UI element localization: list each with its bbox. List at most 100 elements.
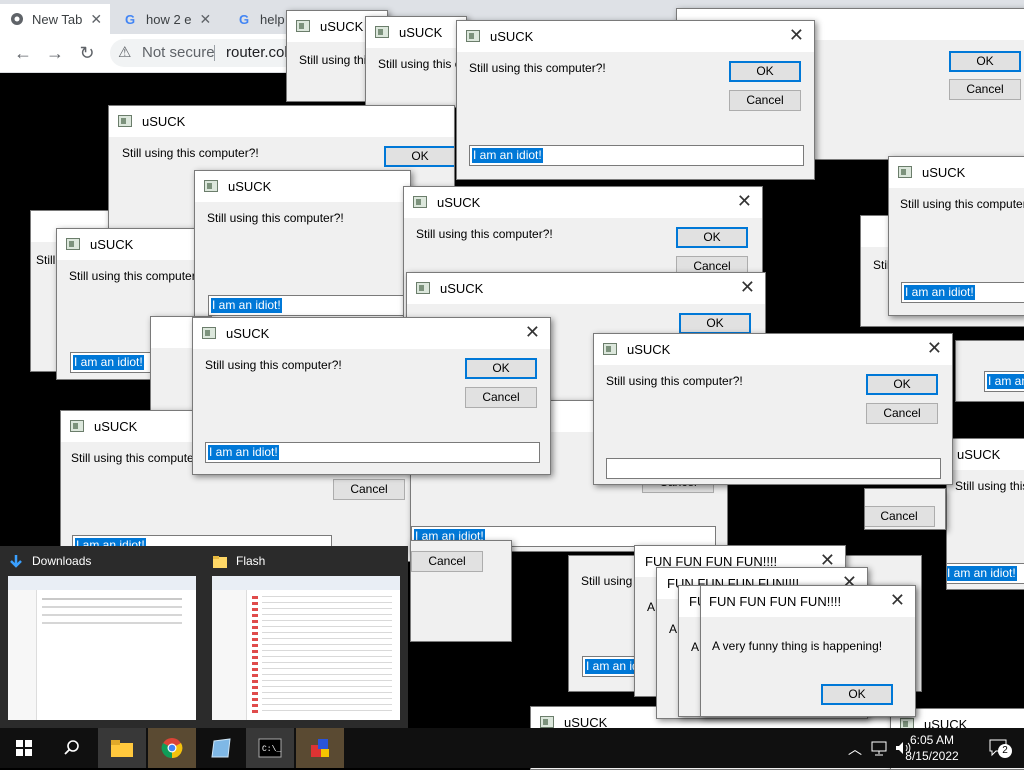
- input-text[interactable]: I am an idiot!: [904, 285, 975, 300]
- dialog-title: uSUCK: [90, 237, 134, 252]
- search-icon: [64, 740, 79, 755]
- app-icon: [413, 196, 427, 208]
- taskbar: C:\_ ︿ 6:05 AM 8/15/2022 2: [0, 728, 1024, 768]
- text-input[interactable]: I am an idiot!: [208, 295, 408, 316]
- dialog-message: Still using this computer?!: [469, 61, 606, 75]
- input-text[interactable]: I am an idiot!: [472, 148, 543, 163]
- app-icon: [540, 716, 554, 728]
- security-label[interactable]: Not secure: [142, 44, 215, 61]
- text-input[interactable]: I am an idiot!: [901, 282, 1024, 303]
- start-button[interactable]: [0, 728, 48, 768]
- taskbar-file-explorer[interactable]: [98, 728, 146, 768]
- thumbnail-downloads[interactable]: Downloads: [0, 546, 204, 728]
- thumbnail-flash[interactable]: Flash: [204, 546, 408, 728]
- cancel-button[interactable]: Cancel: [465, 387, 537, 408]
- close-icon[interactable]: ✕: [789, 26, 804, 44]
- title-bar: uSUCK: [366, 17, 466, 48]
- cancel-button[interactable]: Cancel: [411, 551, 483, 572]
- windows-logo-icon: [16, 740, 32, 756]
- dialog-title: uSUCK: [226, 326, 270, 341]
- forward-icon[interactable]: →: [44, 42, 66, 64]
- input-text[interactable]: I am an idiot!: [987, 374, 1024, 389]
- text-input[interactable]: I am an idiot!: [984, 371, 1024, 392]
- dialog-title: uSUCK: [320, 19, 364, 34]
- dialog-message: Still using this computer?!: [416, 227, 553, 241]
- usuck-dialog: uSUCK Still using this computer?! I am a…: [194, 170, 411, 322]
- warning-icon[interactable]: ⚠: [118, 43, 131, 61]
- text-input[interactable]: I am an idiot!: [469, 145, 804, 166]
- close-icon[interactable]: ✕: [525, 323, 540, 341]
- taskbar-app[interactable]: [198, 728, 246, 768]
- app-icon: [204, 180, 218, 192]
- dialog-message: Still using this computer?!: [955, 479, 1024, 493]
- thumbnail-image[interactable]: [212, 576, 400, 720]
- input-text[interactable]: I am an idiot!: [73, 355, 144, 370]
- svg-text:G: G: [125, 12, 135, 26]
- ok-button[interactable]: OK: [465, 358, 537, 379]
- app-icon: [311, 739, 329, 757]
- ok-button[interactable]: OK: [679, 313, 751, 334]
- title-bar: uSUCK: [195, 171, 410, 202]
- text-input[interactable]: I am an idiot!: [947, 563, 1024, 584]
- dialog-message: Still using this computer?!: [71, 451, 208, 465]
- taskbar-chrome[interactable]: [148, 728, 196, 768]
- dialog-message: Still using this computer?!: [900, 197, 1024, 211]
- dialog-title: FUN FUN FUN FUN!!!!: [709, 594, 842, 609]
- dialog-message: Still using this computer?!: [122, 146, 259, 160]
- search-button[interactable]: [48, 728, 96, 768]
- cancel-button[interactable]: Cancel: [949, 79, 1021, 100]
- taskbar-usuck[interactable]: [296, 728, 344, 768]
- app-icon: [296, 20, 310, 32]
- url-text[interactable]: router.col: [226, 44, 288, 61]
- title-bar: uSUCK ✕: [594, 334, 952, 365]
- chrome-icon: [11, 13, 23, 25]
- back-icon[interactable]: ←: [12, 42, 34, 64]
- chrome-icon: [161, 738, 183, 759]
- svg-text:C:\_: C:\_: [262, 745, 281, 754]
- thumbnail-image[interactable]: [8, 576, 196, 720]
- app-icon: [375, 26, 389, 38]
- cancel-button[interactable]: Cancel: [729, 90, 801, 111]
- ok-button[interactable]: OK: [676, 227, 748, 248]
- usuck-dialog: uSUCK ✕ Still using this computer?! OK Ca…: [456, 20, 815, 180]
- close-icon[interactable]: ✕: [890, 591, 905, 609]
- cancel-button[interactable]: Cancel: [865, 506, 935, 527]
- tab-new-tab[interactable]: New Tab ✕: [0, 4, 110, 34]
- close-icon[interactable]: ✕: [90, 11, 102, 28]
- close-icon[interactable]: ✕: [200, 11, 212, 28]
- close-icon[interactable]: ✕: [740, 278, 755, 296]
- reload-icon[interactable]: ↻: [76, 42, 98, 64]
- text-input[interactable]: I am an idiot!: [205, 442, 540, 463]
- app-icon: [416, 282, 430, 294]
- ok-button[interactable]: OK: [384, 146, 454, 167]
- usuck-dialog: Cancel: [864, 488, 946, 530]
- title-bar: uSUCK: [109, 106, 454, 137]
- input-text[interactable]: I am an idiot!: [947, 566, 1017, 581]
- cancel-button[interactable]: Cancel: [333, 479, 405, 500]
- network-icon[interactable]: [870, 740, 888, 756]
- notification-center[interactable]: 2: [988, 738, 1012, 758]
- dialog-message: Still using this computer?!: [205, 358, 342, 372]
- ok-button[interactable]: OK: [821, 684, 893, 705]
- app-icon: [603, 343, 617, 355]
- title-bar: uSUCK: [947, 439, 1024, 470]
- input-text[interactable]: I am an idiot!: [211, 298, 282, 313]
- title-bar: uSUCK ✕: [407, 273, 765, 304]
- ok-button[interactable]: OK: [866, 374, 938, 395]
- ok-button[interactable]: OK: [729, 61, 801, 82]
- app-icon: [898, 166, 912, 178]
- input-text[interactable]: I am an idiot!: [208, 445, 279, 460]
- app-icon: [202, 327, 216, 339]
- app-icon: [118, 115, 132, 127]
- title-bar: uSUCK ✕: [193, 318, 550, 349]
- text-input[interactable]: [606, 458, 941, 479]
- close-icon[interactable]: ✕: [927, 339, 942, 357]
- cancel-button[interactable]: Cancel: [866, 403, 938, 424]
- ok-button[interactable]: OK: [949, 51, 1021, 72]
- clock[interactable]: 6:05 AM 8/15/2022: [902, 732, 962, 764]
- dialog-title: uSUCK: [440, 281, 484, 296]
- taskbar-terminal[interactable]: C:\_: [246, 728, 294, 768]
- chevron-up-icon[interactable]: ︿: [848, 739, 862, 759]
- close-icon[interactable]: ✕: [737, 192, 752, 210]
- tab-search-1[interactable]: G how 2 e ✕: [114, 4, 224, 34]
